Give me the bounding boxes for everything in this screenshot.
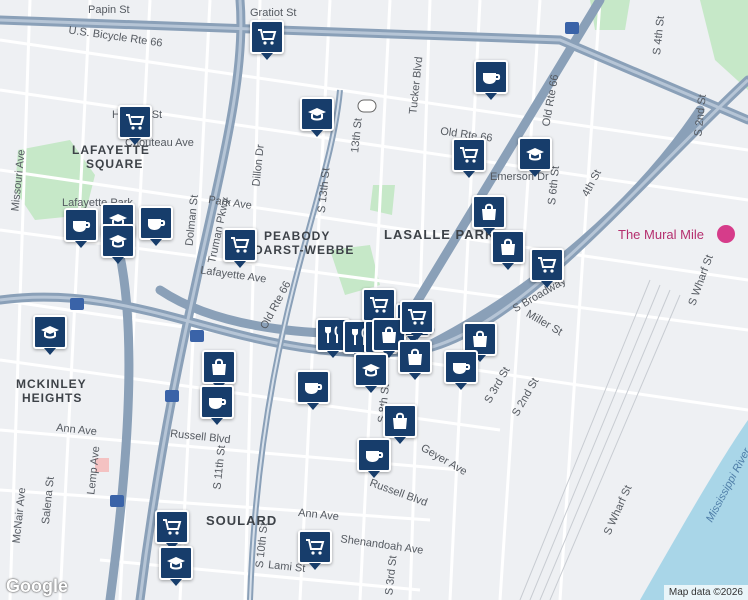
pin-school[interactable] bbox=[101, 224, 135, 264]
pin-shopping-cart[interactable] bbox=[400, 300, 434, 340]
bag-icon bbox=[393, 412, 407, 429]
coffee-icon bbox=[305, 383, 323, 394]
neighborhood-label: LASALLE PARK bbox=[384, 227, 496, 242]
pin-school[interactable] bbox=[33, 315, 67, 355]
cart-icon bbox=[231, 237, 250, 253]
pin-shopping-bag[interactable] bbox=[398, 340, 432, 380]
bag-icon bbox=[473, 330, 487, 347]
pin-shopping-cart[interactable] bbox=[452, 138, 486, 178]
coffee-icon bbox=[453, 363, 471, 374]
bag-icon bbox=[212, 358, 226, 375]
poi-label[interactable]: The Mural Mile bbox=[618, 228, 704, 241]
heart-icon bbox=[717, 225, 735, 243]
pin-shopping-bag[interactable] bbox=[491, 230, 525, 270]
pin-shopping-cart[interactable] bbox=[118, 105, 152, 145]
coffee-icon bbox=[148, 219, 166, 230]
pin-shopping-cart[interactable] bbox=[298, 530, 332, 570]
coffee-icon bbox=[483, 73, 501, 84]
bag-icon bbox=[501, 238, 515, 255]
pin-shopping-bag[interactable] bbox=[383, 404, 417, 444]
bag-icon bbox=[408, 348, 422, 365]
pin-shopping-cart[interactable] bbox=[530, 248, 564, 288]
pin-coffee[interactable] bbox=[357, 438, 391, 478]
cart-icon bbox=[258, 29, 277, 45]
cart-icon bbox=[408, 309, 427, 325]
pin-coffee[interactable] bbox=[139, 206, 173, 246]
school-icon bbox=[308, 108, 326, 121]
school-icon bbox=[167, 557, 185, 570]
school-icon bbox=[526, 148, 544, 161]
pin-coffee[interactable] bbox=[296, 370, 330, 410]
neighborhood-label: PEABODY bbox=[264, 229, 331, 243]
neighborhood-label: SQUARE bbox=[86, 157, 144, 171]
pin-coffee[interactable] bbox=[474, 60, 508, 100]
pin-shopping-cart[interactable] bbox=[250, 20, 284, 60]
street-label: Gratiot St bbox=[250, 7, 297, 19]
cart-icon bbox=[538, 257, 557, 273]
cart-icon bbox=[460, 147, 479, 163]
coffee-icon bbox=[366, 451, 384, 462]
cart-icon bbox=[306, 539, 325, 555]
pin-shopping-cart[interactable] bbox=[362, 288, 396, 328]
neighborhood-label: HEIGHTS bbox=[22, 391, 83, 405]
street-label: Papin St bbox=[88, 4, 130, 16]
bag-icon bbox=[482, 203, 496, 220]
pin-school[interactable] bbox=[159, 546, 193, 586]
map-attribution[interactable]: Map data ©2026 bbox=[663, 585, 748, 600]
cart-icon bbox=[163, 519, 182, 535]
cart-icon bbox=[370, 297, 389, 313]
coffee-icon bbox=[73, 221, 91, 232]
school-icon bbox=[109, 235, 127, 248]
map-canvas[interactable]: Papin St Gratiot St U.S. Bicycle Rte 66 … bbox=[0, 0, 748, 600]
pin-shopping-bag[interactable] bbox=[472, 195, 506, 235]
school-icon bbox=[362, 364, 380, 377]
coffee-icon bbox=[209, 398, 227, 409]
pin-coffee[interactable] bbox=[444, 350, 478, 390]
google-logo: Google bbox=[6, 576, 68, 596]
pin-shopping-cart[interactable] bbox=[155, 510, 189, 550]
neighborhood-label: DARST-WEBBE bbox=[254, 243, 355, 257]
cart-icon bbox=[126, 114, 145, 130]
bag-icon bbox=[382, 326, 396, 343]
pin-shopping-bag[interactable] bbox=[202, 350, 236, 390]
pin-school[interactable] bbox=[518, 137, 552, 177]
neighborhood-label: MCKINLEY bbox=[16, 377, 87, 391]
school-icon bbox=[41, 326, 59, 339]
pin-coffee[interactable] bbox=[200, 385, 234, 425]
pin-shopping-cart[interactable] bbox=[223, 228, 257, 268]
pin-coffee[interactable] bbox=[64, 208, 98, 248]
pin-school[interactable] bbox=[300, 97, 334, 137]
pin-school[interactable] bbox=[354, 353, 388, 393]
dining-icon bbox=[325, 326, 338, 343]
neighborhood-label: LAFAYETTE bbox=[72, 143, 150, 157]
